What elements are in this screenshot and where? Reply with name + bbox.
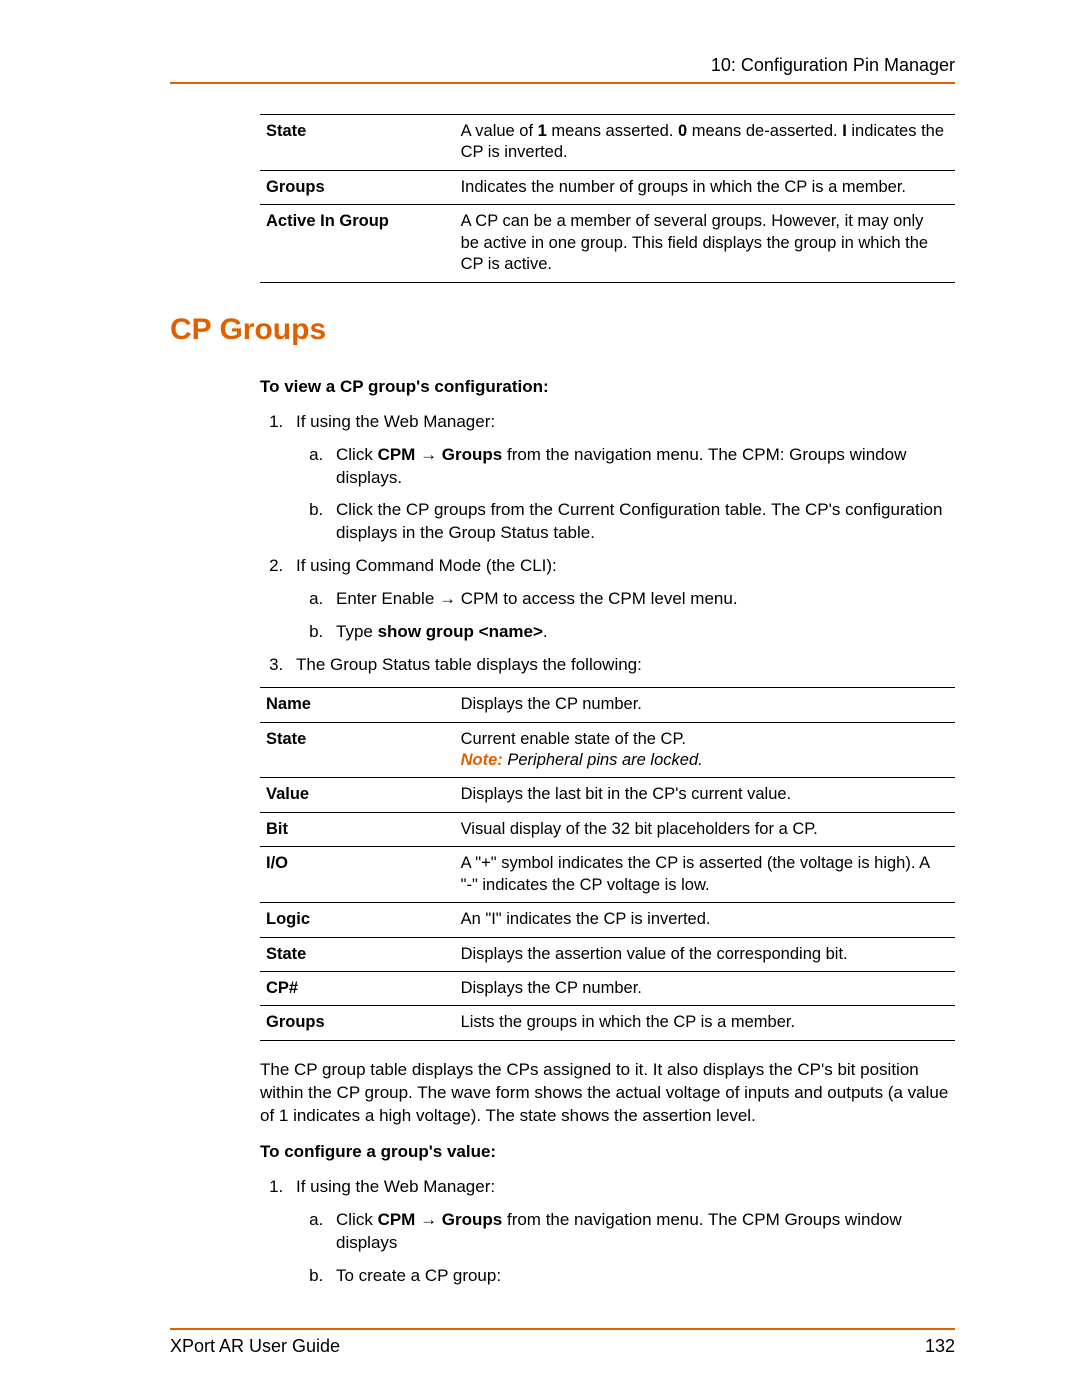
- sub-list: Click CPM → Groups from the navigation m…: [296, 444, 955, 546]
- term-cell: Groups: [260, 170, 455, 204]
- term-cell: CP#: [260, 972, 455, 1006]
- header-title: 10: Configuration Pin Manager: [711, 55, 955, 75]
- desc-cell: Displays the CP number.: [455, 972, 955, 1006]
- list-item: Click CPM → Groups from the navigation m…: [328, 1209, 955, 1255]
- desc-cell: Displays the CP number.: [455, 688, 955, 722]
- procedure-list-2: If using the Web Manager: Click CPM → Gr…: [260, 1176, 955, 1288]
- desc-cell: Displays the last bit in the CP's curren…: [455, 778, 955, 812]
- term-cell: Bit: [260, 812, 455, 846]
- term-cell: State: [260, 722, 455, 778]
- term-cell: Active In Group: [260, 205, 455, 282]
- table-row: State A value of 1 means asserted. 0 mea…: [260, 115, 955, 171]
- term-cell: Logic: [260, 903, 455, 937]
- subheading: To view a CP group's configuration:: [260, 377, 955, 397]
- sub-list: Click CPM → Groups from the navigation m…: [296, 1209, 955, 1288]
- subheading: To configure a group's value:: [260, 1142, 955, 1162]
- desc-cell: An "I" indicates the CP is inverted.: [455, 903, 955, 937]
- list-item: Click the CP groups from the Current Con…: [328, 499, 955, 545]
- list-item: Type show group <name>.: [328, 621, 955, 644]
- definitions-table-2: Name Displays the CP number. State Curre…: [260, 687, 955, 1041]
- table-row: Groups Lists the groups in which the CP …: [260, 1006, 955, 1040]
- definitions-table-1: State A value of 1 means asserted. 0 mea…: [260, 114, 955, 283]
- paragraph: The CP group table displays the CPs assi…: [260, 1059, 955, 1128]
- term-cell: State: [260, 115, 455, 171]
- page-footer: XPort AR User Guide 132: [170, 1328, 955, 1357]
- page-content: State A value of 1 means asserted. 0 mea…: [170, 114, 955, 1298]
- table-row: State Current enable state of the CP. No…: [260, 722, 955, 778]
- page-header: 10: Configuration Pin Manager: [170, 55, 955, 84]
- desc-cell: Displays the assertion value of the corr…: [455, 937, 955, 971]
- list-item: The Group Status table displays the foll…: [288, 654, 955, 677]
- section-heading: CP Groups: [170, 313, 955, 347]
- term-cell: Groups: [260, 1006, 455, 1040]
- table-row: Name Displays the CP number.: [260, 688, 955, 722]
- footer-guide: XPort AR User Guide: [170, 1336, 340, 1357]
- desc-cell: Indicates the number of groups in which …: [455, 170, 955, 204]
- term-cell: Value: [260, 778, 455, 812]
- term-cell: Name: [260, 688, 455, 722]
- desc-cell: Lists the groups in which the CP is a me…: [455, 1006, 955, 1040]
- procedure-list-1: If using the Web Manager: Click CPM → Gr…: [260, 411, 955, 677]
- table-row: Groups Indicates the number of groups in…: [260, 170, 955, 204]
- list-item: Click CPM → Groups from the navigation m…: [328, 444, 955, 490]
- desc-cell: A CP can be a member of several groups. …: [455, 205, 955, 282]
- list-item: Enter Enable → CPM to access the CPM lev…: [328, 588, 955, 611]
- desc-cell: A "+" symbol indicates the CP is asserte…: [455, 847, 955, 903]
- list-item: If using the Web Manager: Click CPM → Gr…: [288, 1176, 955, 1288]
- table-row: State Displays the assertion value of th…: [260, 937, 955, 971]
- list-item: To create a CP group:: [328, 1265, 955, 1288]
- desc-cell: Visual display of the 32 bit placeholder…: [455, 812, 955, 846]
- desc-cell: A value of 1 means asserted. 0 means de-…: [455, 115, 955, 171]
- list-item: If using the Web Manager: Click CPM → Gr…: [288, 411, 955, 546]
- table-row: I/O A "+" symbol indicates the CP is ass…: [260, 847, 955, 903]
- table-row: Logic An "I" indicates the CP is inverte…: [260, 903, 955, 937]
- table-row: CP# Displays the CP number.: [260, 972, 955, 1006]
- footer-page-number: 132: [925, 1336, 955, 1357]
- sub-list: Enter Enable → CPM to access the CPM lev…: [296, 588, 955, 644]
- desc-cell: Current enable state of the CP. Note: Pe…: [455, 722, 955, 778]
- list-item: If using Command Mode (the CLI): Enter E…: [288, 555, 955, 644]
- page: 10: Configuration Pin Manager State A va…: [0, 0, 1080, 1397]
- table-row: Value Displays the last bit in the CP's …: [260, 778, 955, 812]
- table-row: Bit Visual display of the 32 bit placeho…: [260, 812, 955, 846]
- table-row: Active In Group A CP can be a member of …: [260, 205, 955, 282]
- term-cell: I/O: [260, 847, 455, 903]
- term-cell: State: [260, 937, 455, 971]
